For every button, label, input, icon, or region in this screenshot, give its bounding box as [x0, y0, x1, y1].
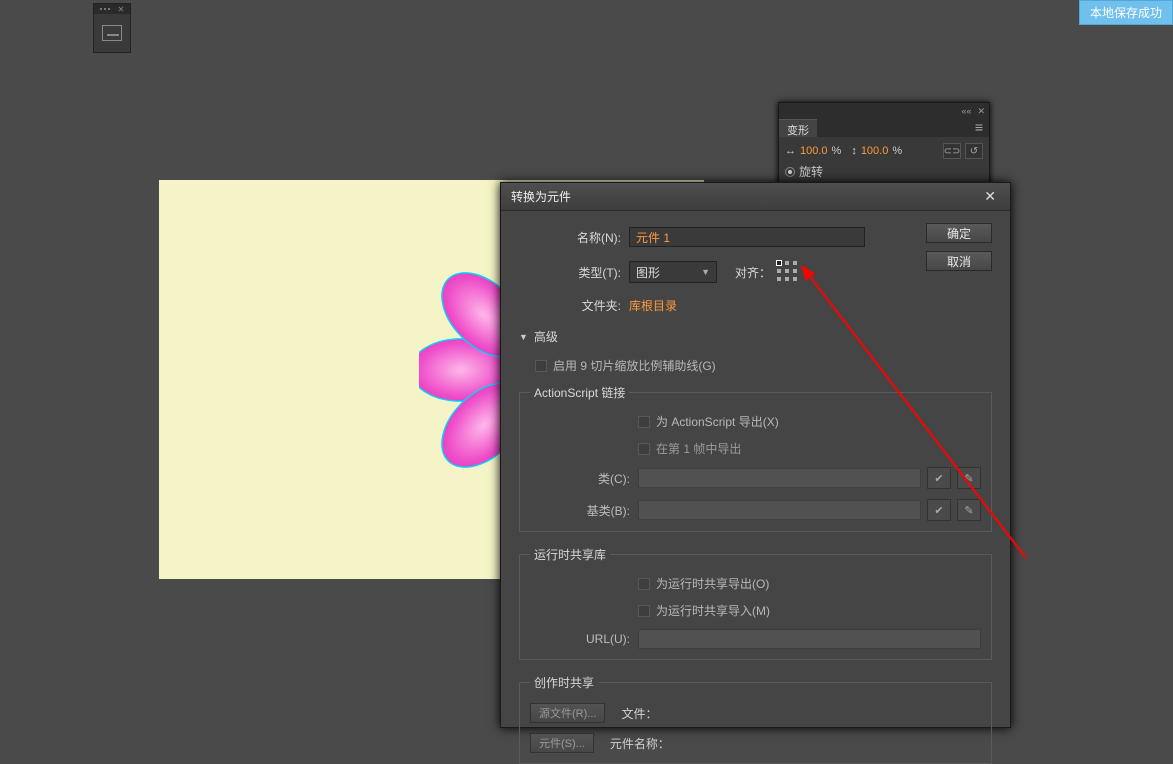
runtime-legend: 运行时共享库 — [530, 546, 610, 563]
thumbnail-header: ✕ — [94, 4, 130, 14]
name-input[interactable] — [629, 227, 865, 247]
symbol-name-label: 元件名称： — [610, 735, 670, 752]
authoring-legend: 创作时共享 — [530, 674, 598, 691]
ok-button[interactable]: 确定 — [926, 223, 992, 243]
file-label: 文件： — [621, 705, 657, 722]
actionscript-fieldset: ActionScript 链接 为 ActionScript 导出(X) 在第 … — [519, 384, 992, 532]
base-input — [638, 500, 921, 520]
class-check-button[interactable]: ✔ — [927, 467, 951, 489]
close-icon[interactable]: ✕ — [118, 5, 125, 14]
height-scale[interactable]: 100.0 — [861, 145, 889, 157]
folder-link[interactable]: 库根目录 — [629, 297, 677, 314]
panel-menu-icon[interactable]: ≡ — [969, 119, 989, 137]
rotate-radio[interactable] — [785, 167, 795, 177]
link-scale-button[interactable]: ⊂⊃ — [943, 143, 961, 159]
export-as-checkbox[interactable] — [638, 416, 650, 428]
actionscript-legend: ActionScript 链接 — [530, 384, 629, 401]
base-check-button[interactable]: ✔ — [927, 499, 951, 521]
runtime-fieldset: 运行时共享库 为运行时共享导出(O) 为运行时共享导入(M) URL(U): — [519, 546, 992, 660]
url-input — [638, 629, 981, 649]
runtime-import-label: 为运行时共享导入(M) — [656, 602, 770, 619]
class-input — [638, 468, 921, 488]
panel-header: «« ✕ — [779, 103, 989, 119]
runtime-import-checkbox[interactable] — [638, 605, 650, 617]
nine-slice-checkbox[interactable] — [535, 360, 547, 372]
export-frame1-checkbox[interactable] — [638, 443, 650, 455]
type-select[interactable]: 图形 ▼ — [629, 261, 717, 283]
rotate-label: 旋转 — [799, 163, 823, 180]
transform-panel: «« ✕ 变形 ≡ ↔ 100.0 % ↕ 100.0 % ⊂⊃ ↺ 旋转 — [778, 102, 990, 193]
collapse-icon[interactable]: «« — [961, 106, 971, 116]
advanced-label: 高级 — [534, 328, 558, 345]
height-arrow-icon: ↕ — [851, 145, 857, 157]
dialog-title: 转换为元件 — [511, 188, 571, 205]
export-as-label: 为 ActionScript 导出(X) — [656, 413, 779, 430]
runtime-export-checkbox[interactable] — [638, 578, 650, 590]
width-arrow-icon: ↔ — [785, 145, 796, 157]
authoring-fieldset: 创作时共享 源文件(R)... 文件： 元件(S)... 元件名称： — [519, 674, 992, 764]
symbol-button[interactable]: 元件(S)... — [530, 733, 594, 753]
dialog-titlebar[interactable]: 转换为元件 ✕ — [501, 183, 1010, 211]
base-label: 基类(B): — [530, 502, 638, 519]
export-frame1-label: 在第 1 帧中导出 — [656, 440, 741, 457]
class-label: 类(C): — [530, 470, 638, 487]
type-value: 图形 — [636, 264, 660, 281]
save-toast: 本地保存成功 — [1079, 0, 1173, 25]
width-scale[interactable]: 100.0 — [800, 145, 828, 157]
nine-slice-label: 启用 9 切片缩放比例辅助线(G) — [553, 357, 716, 374]
type-label: 类型(T): — [519, 264, 629, 281]
disclosure-triangle-icon: ▼ — [519, 332, 528, 342]
height-percent: % — [892, 145, 902, 157]
source-file-button[interactable]: 源文件(R)... — [530, 703, 605, 723]
close-icon[interactable]: ✕ — [977, 106, 985, 117]
thumbnail-body — [94, 14, 130, 52]
monitor-icon — [102, 25, 122, 41]
scene-thumbnail[interactable]: ✕ — [93, 3, 131, 53]
cancel-button[interactable]: 取消 — [926, 251, 992, 271]
class-edit-button[interactable]: ✎ — [957, 467, 981, 489]
base-edit-button[interactable]: ✎ — [957, 499, 981, 521]
runtime-export-label: 为运行时共享导出(O) — [656, 575, 769, 592]
reset-scale-button[interactable]: ↺ — [965, 143, 983, 159]
convert-to-symbol-dialog: 转换为元件 ✕ 确定 取消 名称(N): 类型(T): 图形 ▼ 对齐： 文 — [500, 182, 1011, 728]
align-label: 对齐： — [735, 264, 771, 281]
advanced-disclosure[interactable]: ▼ 高级 — [519, 328, 992, 345]
folder-label: 文件夹: — [519, 297, 629, 314]
chevron-down-icon: ▼ — [701, 267, 710, 277]
name-label: 名称(N): — [519, 229, 629, 246]
registration-grid[interactable] — [777, 261, 799, 283]
close-icon[interactable]: ✕ — [980, 188, 1000, 205]
url-label: URL(U): — [530, 632, 638, 646]
width-percent: % — [832, 145, 842, 157]
transform-tab[interactable]: 变形 — [779, 119, 817, 137]
